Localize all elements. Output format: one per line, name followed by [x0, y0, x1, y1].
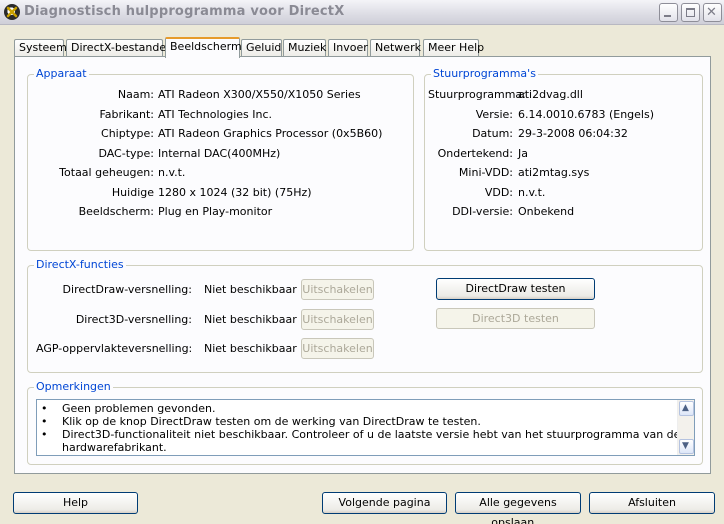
note-bullet: • — [41, 415, 48, 428]
note-text: Geen problemen gevonden. — [62, 402, 216, 415]
device-label-dac-type: DAC-type: — [98, 147, 154, 160]
driver-label-vdd: VDD: — [484, 186, 513, 199]
device-label-name: Naam: — [117, 88, 154, 101]
tab-systeem[interactable]: Systeem — [14, 39, 67, 57]
minimize-icon — [664, 15, 671, 17]
maximize-button[interactable] — [681, 3, 700, 22]
tab-netwerk[interactable]: Netwerk — [370, 39, 421, 57]
note-bullet: • — [41, 402, 48, 415]
feature-value-directdraw: Niet beschikbaar — [204, 283, 297, 296]
help-button[interactable]: Help — [13, 492, 138, 514]
driver-label-signed: Ondertekend: — [437, 147, 513, 160]
feature-value-direct3d: Niet beschikbaar — [204, 313, 297, 326]
device-label-chiptype: Chiptype: — [101, 127, 154, 140]
minimize-button[interactable] — [659, 3, 678, 22]
driver-label-mini-vdd: Mini-VDD: — [458, 166, 513, 179]
notes-listbox[interactable]: • Geen problemen gevonden. • Klik op de … — [36, 399, 695, 456]
device-value-total-memory: n.v.t. — [158, 166, 186, 179]
tab-meer-help[interactable]: Meer Help — [423, 39, 484, 57]
note-text: Klik op de knop DirectDraw testen om de … — [62, 415, 481, 428]
device-value-chiptype: ATI Radeon Graphics Processor (0x5B60) — [158, 127, 383, 140]
save-all-button[interactable]: Alle gegevens opslaan... — [455, 492, 581, 524]
tab-geluid[interactable]: Geluid — [241, 39, 282, 57]
exit-button[interactable]: Afsluiten — [589, 492, 715, 514]
device-value-name: ATI Radeon X300/X550/X1050 Series — [158, 88, 361, 101]
tab-muziek[interactable]: Muziek — [283, 39, 326, 57]
disable-direct3d-button[interactable]: Uitschakelen — [301, 309, 374, 330]
close-window-button[interactable]: ✕ — [703, 3, 722, 22]
maximize-icon — [686, 8, 695, 17]
device-value-dac-type: Internal DAC(400MHz) — [158, 147, 281, 160]
disable-directdraw-button[interactable]: Uitschakelen — [301, 279, 374, 300]
driver-value-driver: ati2dvag.dll — [518, 88, 583, 101]
close-icon: ✕ — [706, 5, 717, 20]
directx-x-icon — [4, 4, 20, 20]
notes-scrollbar[interactable]: ▲ ▼ — [677, 400, 694, 455]
window-title: Diagnostisch hulpprogramma voor DirectX — [24, 4, 345, 19]
feature-label-agp: AGP-oppervlakteversnelling: — [36, 342, 193, 355]
tab-beeldscherm[interactable]: Beeldscherm — [165, 37, 242, 58]
test-directdraw-button[interactable]: DirectDraw testen — [436, 278, 595, 300]
notes-legend: Opmerkingen — [34, 380, 113, 394]
note-bullet: • — [41, 428, 48, 441]
chevron-up-icon: ▲ — [682, 403, 689, 413]
test-direct3d-button[interactable]: Direct3D testen — [436, 308, 595, 329]
chevron-down-icon: ▼ — [682, 441, 689, 451]
device-label-manufacturer: Fabrikant: — [99, 108, 154, 121]
driver-value-ddi-version: Onbekend — [518, 205, 575, 218]
driver-label-ddi-version: DDI-versie: — [452, 205, 513, 218]
driver-label-date: Datum: — [472, 127, 513, 140]
scroll-up-button[interactable]: ▲ — [679, 401, 694, 416]
disable-agp-button[interactable]: Uitschakelen — [301, 338, 374, 359]
driver-value-mini-vdd: ati2mtag.sys — [518, 166, 590, 179]
feature-label-directdraw: DirectDraw-versnelling: — [62, 283, 192, 296]
device-group-legend: Apparaat — [34, 67, 89, 81]
device-value-current-mode: 1280 x 1024 (32 bit) (75Hz) — [158, 186, 312, 199]
directx-features-legend: DirectX-functies — [34, 258, 126, 272]
driver-value-vdd: n.v.t. — [518, 186, 546, 199]
device-value-manufacturer: ATI Technologies Inc. — [158, 108, 273, 121]
driver-value-date: 29-3-2008 06:04:32 — [518, 127, 628, 140]
notes-list: • Geen problemen gevonden. • Klik op de … — [37, 400, 677, 455]
note-text: Direct3D-functionaliteit niet beschikbaa… — [62, 428, 677, 441]
device-label-total-memory: Totaal geheugen: — [59, 166, 154, 179]
next-page-button[interactable]: Volgende pagina — [322, 492, 447, 514]
title-bar[interactable]: Diagnostisch hulpprogramma voor DirectX … — [0, 0, 724, 25]
note-text: hardwarefabrikant. — [62, 441, 167, 454]
scroll-down-button[interactable]: ▼ — [679, 439, 694, 454]
driver-label-driver: Stuurprogramma: — [428, 88, 526, 101]
device-value-monitor: Plug en Play-monitor — [158, 205, 273, 218]
feature-value-agp: Niet beschikbaar — [204, 342, 297, 355]
feature-label-direct3d: Direct3D-versnelling: — [75, 313, 192, 326]
tab-directx-bestanden[interactable]: DirectX-bestanden — [66, 39, 173, 57]
driver-value-version: 6.14.0010.6783 (Engels) — [518, 108, 655, 121]
driver-group-legend: Stuurprogramma's — [431, 67, 538, 81]
tab-invoer[interactable]: Invoer — [328, 39, 368, 57]
device-label-current-mode: Huidige — [111, 186, 154, 199]
device-label-monitor: Beeldscherm: — [78, 205, 154, 218]
driver-label-version: Versie: — [475, 108, 513, 121]
driver-value-signed: Ja — [518, 147, 528, 160]
